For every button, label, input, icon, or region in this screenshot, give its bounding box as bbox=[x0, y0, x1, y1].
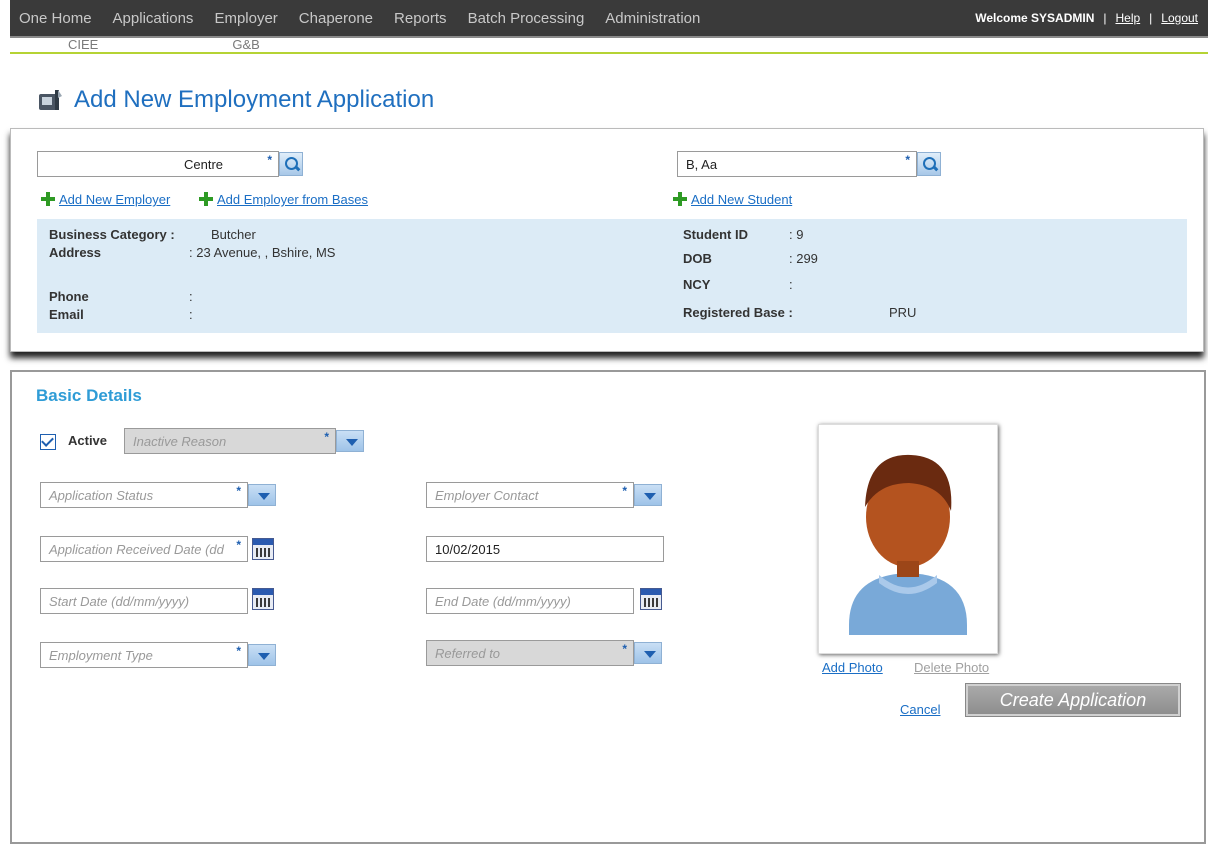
nav-item-batch-processing[interactable]: Batch Processing bbox=[459, 10, 594, 27]
nav-item-reports[interactable]: Reports bbox=[385, 10, 456, 27]
dob-label: DOB bbox=[683, 251, 712, 266]
nav-item-applications[interactable]: Applications bbox=[104, 10, 203, 27]
required-marker: * bbox=[622, 484, 627, 498]
calendar-icon[interactable] bbox=[252, 538, 274, 560]
address-value: : 23 Avenue, , Bshire, MS bbox=[189, 245, 336, 260]
required-marker: * bbox=[905, 153, 910, 167]
cancel-link[interactable]: Cancel bbox=[900, 702, 940, 717]
student-search-input[interactable]: B, Aa * bbox=[677, 151, 917, 177]
employment-type-select[interactable]: Employment Type * bbox=[40, 642, 248, 668]
student-photo bbox=[818, 424, 998, 654]
end-date-input[interactable]: End Date (dd/mm/yyyy) bbox=[426, 588, 634, 614]
email-label: Email bbox=[49, 307, 84, 322]
employment-type-placeholder: Employment Type bbox=[49, 647, 153, 663]
chevron-down-icon[interactable] bbox=[634, 642, 662, 664]
page-title: Add New Employment Application bbox=[74, 86, 435, 113]
start-date-input[interactable]: Start Date (dd/mm/yyyy) bbox=[40, 588, 248, 614]
username: SYSADMIN bbox=[1031, 11, 1095, 25]
nav-item-one-home[interactable]: One Home bbox=[10, 10, 101, 27]
registered-base-label: Registered Base : bbox=[683, 305, 793, 320]
referred-to-placeholder: Referred to bbox=[435, 645, 501, 661]
application-received-placeholder: Application Received Date (dd bbox=[49, 541, 224, 557]
student-id-value: : 9 bbox=[789, 227, 804, 242]
email-value: : bbox=[189, 307, 193, 322]
application-status-select[interactable]: Application Status * bbox=[40, 482, 248, 508]
create-application-button[interactable]: Create Application bbox=[966, 684, 1180, 716]
separator: | bbox=[1103, 11, 1107, 25]
plus-icon bbox=[199, 192, 213, 206]
inactive-reason-placeholder: Inactive Reason bbox=[133, 433, 227, 449]
help-link[interactable]: Help bbox=[1115, 11, 1140, 25]
ncy-value: : bbox=[789, 277, 793, 292]
subnav-item-ciee[interactable]: CIEE bbox=[68, 37, 98, 52]
inactive-reason-select[interactable]: Inactive Reason * bbox=[124, 428, 336, 454]
calendar-icon[interactable] bbox=[640, 588, 662, 610]
separator: | bbox=[1149, 11, 1153, 25]
nav-item-administration[interactable]: Administration bbox=[596, 10, 709, 27]
application-status-placeholder: Application Status bbox=[49, 487, 154, 503]
avatar bbox=[849, 454, 967, 635]
business-category-label: Business Category : bbox=[49, 227, 175, 242]
required-marker: * bbox=[236, 538, 241, 552]
active-label: Active bbox=[68, 433, 108, 448]
plus-icon bbox=[673, 192, 687, 206]
phone-value: : bbox=[189, 289, 193, 304]
employer-contact-placeholder: Employer Contact bbox=[435, 487, 539, 503]
main-nav: One Home Applications Employer Chaperone… bbox=[10, 0, 712, 36]
application-received-date-value[interactable]: 10/02/2015 bbox=[426, 536, 664, 562]
start-date-placeholder: Start Date (dd/mm/yyyy) bbox=[49, 593, 190, 609]
delete-photo-link[interactable]: Delete Photo bbox=[914, 660, 989, 675]
required-marker: * bbox=[236, 484, 241, 498]
end-date-placeholder: End Date (dd/mm/yyyy) bbox=[435, 593, 571, 609]
plus-icon bbox=[41, 192, 55, 206]
student-search-icon[interactable] bbox=[917, 152, 941, 176]
page-header: Add New Employment Application bbox=[36, 86, 434, 114]
application-icon bbox=[39, 90, 62, 110]
employer-search-input[interactable]: Centre * bbox=[37, 151, 279, 177]
employer-contact-select[interactable]: Employer Contact * bbox=[426, 482, 634, 508]
employer-search-value: Centre bbox=[184, 156, 224, 172]
nav-item-employer[interactable]: Employer bbox=[205, 10, 286, 27]
chevron-down-icon[interactable] bbox=[336, 430, 364, 452]
dob-value: : 299 bbox=[789, 251, 818, 266]
nav-item-chaperone[interactable]: Chaperone bbox=[290, 10, 382, 27]
referred-to-select[interactable]: Referred to * bbox=[426, 640, 634, 666]
logout-link[interactable]: Logout bbox=[1161, 11, 1198, 25]
section-title: Basic Details bbox=[36, 386, 142, 405]
subnav-rule bbox=[10, 52, 1208, 54]
employer-search-icon[interactable] bbox=[279, 152, 303, 176]
required-marker: * bbox=[236, 644, 241, 658]
student-search-value: B, Aa bbox=[686, 156, 718, 172]
sub-nav: CIEE G&B bbox=[10, 36, 260, 52]
top-nav-bar: One Home Applications Employer Chaperone… bbox=[10, 0, 1208, 38]
add-new-student-link[interactable]: Add New Student bbox=[691, 192, 792, 207]
address-label: Address bbox=[49, 245, 102, 260]
user-bar: Welcome SYSADMIN | Help | Logout bbox=[975, 0, 1198, 36]
add-new-employer-link[interactable]: Add New Employer bbox=[59, 192, 170, 207]
active-checkbox[interactable] bbox=[40, 434, 56, 450]
subnav-item-gb[interactable]: G&B bbox=[232, 37, 259, 52]
student-id-label: Student ID bbox=[683, 227, 748, 242]
required-marker: * bbox=[267, 153, 272, 167]
required-marker: * bbox=[324, 430, 329, 444]
chevron-down-icon[interactable] bbox=[634, 484, 662, 506]
calendar-icon[interactable] bbox=[252, 588, 274, 610]
add-employer-from-bases-link[interactable]: Add Employer from Bases bbox=[217, 192, 368, 207]
business-category-value: Butcher bbox=[211, 227, 256, 242]
application-received-date-input[interactable]: Application Received Date (dd * bbox=[40, 536, 248, 562]
required-marker: * bbox=[622, 642, 627, 656]
chevron-down-icon[interactable] bbox=[248, 484, 276, 506]
employer-student-panel: Centre * Add New Employer Add Employer f… bbox=[10, 128, 1204, 352]
ncy-label: NCY bbox=[683, 277, 711, 292]
basic-details-panel: Basic Details Active Inactive Reason * A… bbox=[10, 370, 1206, 844]
phone-label: Phone bbox=[49, 289, 89, 304]
welcome-text: Welcome bbox=[975, 11, 1028, 25]
chevron-down-icon[interactable] bbox=[248, 644, 276, 666]
registered-base-value: PRU bbox=[889, 305, 917, 320]
employer-student-info: Business Category : Butcher Address : 23… bbox=[37, 219, 1187, 333]
add-photo-link[interactable]: Add Photo bbox=[822, 660, 883, 675]
